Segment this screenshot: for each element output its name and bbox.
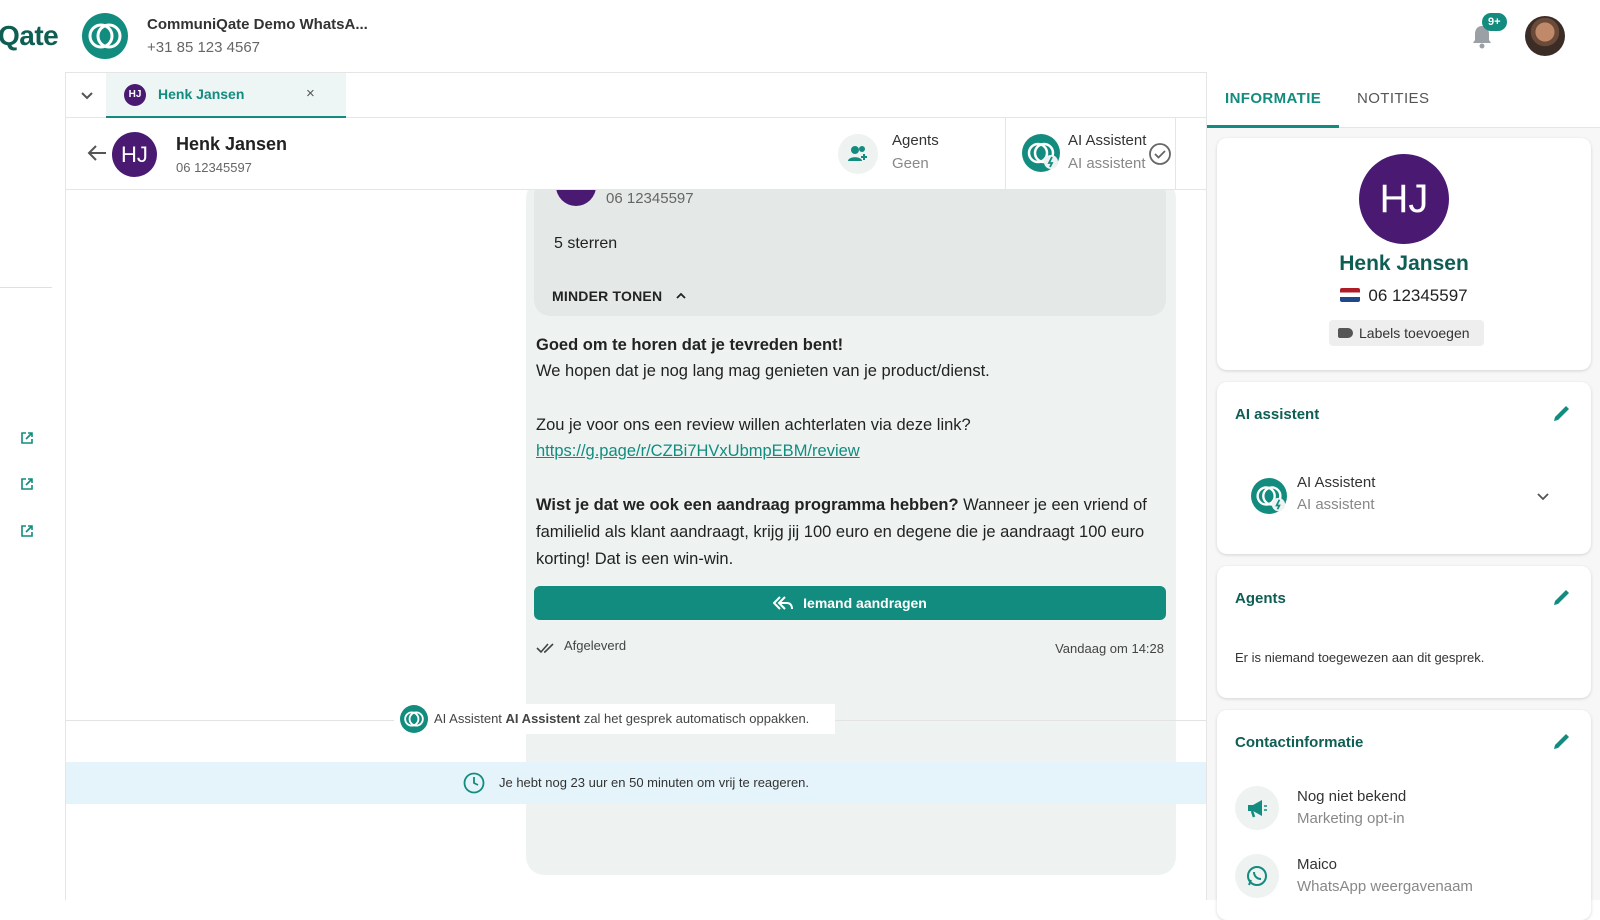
system-message-post: zal het gesprek automatisch oppakken. [580, 711, 810, 726]
ai-card-sub: AI assistent [1297, 496, 1375, 513]
message-time: Vandaag om 14:28 [1055, 641, 1164, 656]
external-link-icon[interactable] [20, 431, 34, 445]
contact-item-title: Maico [1297, 856, 1338, 873]
left-sidebar [0, 72, 66, 900]
delivery-status: Afgeleverd [564, 638, 627, 653]
contact-phone: 06 12345597 [176, 160, 252, 175]
conversation-tabs: HJ Henk Jansen × [66, 72, 1206, 118]
quoted-text: 5 sterren [554, 235, 618, 252]
ai-assistant-label: AI Assistent [1068, 132, 1147, 149]
back-arrow-icon[interactable] [86, 142, 108, 164]
megaphone-icon [1248, 800, 1267, 818]
contact-card: Contactinformatie Nog niet bekend Market… [1217, 710, 1591, 920]
sidebar-divider [0, 287, 52, 288]
message-line: Zou je voor ons een review willen achter… [536, 416, 971, 434]
add-labels-button[interactable]: Labels toevoegen [1329, 320, 1484, 346]
reply-window-notice: Je hebt nog 23 uur en 50 minuten om vrij… [66, 762, 1206, 804]
account-name[interactable]: CommuniQate Demo WhatsA... [147, 16, 368, 33]
external-link-icon[interactable] [20, 477, 34, 491]
chevron-down-icon[interactable] [78, 86, 96, 104]
pencil-icon[interactable] [1551, 402, 1573, 424]
ai-assistant-logo-icon [400, 704, 428, 733]
message-paragraph: Wist je dat we ook een aandraag programm… [536, 492, 1166, 573]
brand-logo-text: Qate [0, 20, 59, 51]
message-line: We hopen dat je nog lang mag genieten va… [536, 362, 990, 380]
system-message-pre: AI Assistent [434, 711, 506, 726]
tab-label: Henk Jansen [158, 86, 245, 102]
show-less-button[interactable]: MINDER TONEN [552, 288, 686, 304]
ai-assistant-value: AI assistent [1068, 155, 1146, 172]
message-title: Goed om te horen dat je tevreden bent! [536, 336, 844, 354]
agents-card: Agents Er is niemand toegewezen aan dit … [1217, 566, 1591, 698]
agents-empty-text: Er is niemand toegewezen aan dit gesprek… [1235, 650, 1485, 665]
profile-name: Henk Jansen [1339, 252, 1469, 275]
quoted-message: 06 12345597 5 sterren MINDER TONEN [534, 190, 1166, 316]
whatsapp-icon [1247, 866, 1267, 886]
user-avatar[interactable] [1525, 16, 1565, 56]
chat-area: 06 12345597 5 sterren MINDER TONEN Goed … [66, 190, 1206, 900]
tab-henk-jansen[interactable]: HJ Henk Jansen × [106, 73, 346, 118]
label-tag-icon [1338, 328, 1353, 338]
pencil-icon[interactable] [1551, 730, 1573, 752]
tab-avatar: HJ [124, 84, 146, 106]
contact-info-panel: INFORMATIE NOTITIES HJ Henk Jansen 06 12… [1206, 72, 1600, 920]
refer-someone-button[interactable]: Iemand aandragen [534, 586, 1166, 620]
external-link-icon[interactable] [20, 524, 34, 538]
add-user-icon [848, 146, 867, 161]
chevron-down-icon[interactable] [1535, 488, 1551, 504]
profile-card: HJ Henk Jansen 06 12345597 Labels toevoe… [1217, 138, 1591, 370]
account-phone: +31 85 123 4567 [147, 39, 261, 56]
ai-card-name: AI Assistent [1297, 474, 1376, 491]
review-link[interactable]: https://g.page/r/CZBi7HVxUbmpEBM/review [536, 438, 1166, 465]
ai-assistant-logo-icon [1022, 134, 1060, 172]
contact-name: Henk Jansen [176, 134, 288, 154]
profile-phone: 06 12345597 [1217, 286, 1591, 306]
profile-avatar: HJ [1359, 154, 1449, 244]
show-less-label: MINDER TONEN [552, 288, 663, 304]
refer-someone-label: Iemand aandragen [803, 595, 927, 611]
agents-label: Agents [892, 132, 939, 149]
conversation-header: HJ Henk Jansen 06 12345597 Agents Geen A… [66, 118, 1206, 190]
double-check-icon [536, 643, 554, 654]
info-tabs: INFORMATIE NOTITIES [1207, 72, 1600, 128]
active-tab-indicator [1207, 125, 1339, 128]
close-icon[interactable]: × [306, 85, 315, 102]
contact-item-sub: Marketing opt-in [1297, 810, 1405, 827]
pencil-icon[interactable] [1551, 586, 1573, 608]
top-header: Qate CommuniQate Demo WhatsA... +31 85 1… [0, 0, 1600, 72]
ai-assistant-logo-icon [1251, 478, 1287, 514]
agents-card-title: Agents [1235, 590, 1286, 607]
add-labels-label: Labels toevoegen [1359, 325, 1470, 341]
tab-notities[interactable]: NOTITIES [1357, 90, 1429, 107]
ai-assistant-card: AI assistent AI Assistent AI assistent [1217, 382, 1591, 554]
profile-phone-number: 06 12345597 [1368, 286, 1468, 305]
quoted-avatar [556, 190, 596, 206]
ai-card-title: AI assistent [1235, 406, 1320, 423]
contact-item-sub: WhatsApp weergavenaam [1297, 878, 1473, 895]
check-circle-icon[interactable] [1148, 142, 1172, 166]
netherlands-flag-icon [1340, 288, 1361, 303]
system-message-bold: AI Assistent [505, 711, 581, 726]
quoted-phone: 06 12345597 [606, 190, 694, 207]
reply-window-text: Je hebt nog 23 uur en 50 minuten om vrij… [498, 775, 810, 790]
tab-informatie[interactable]: INFORMATIE [1225, 90, 1321, 107]
reply-all-icon [772, 596, 794, 610]
account-logo-icon [82, 13, 128, 59]
system-message: AI Assistent AI Assistent zal het gespre… [394, 704, 836, 734]
agents-selector[interactable]: Agents Geen [816, 118, 1006, 190]
contact-avatar: HJ [112, 132, 157, 177]
notification-badge: 9+ [1482, 13, 1507, 31]
contact-card-title: Contactinformatie [1235, 734, 1364, 751]
agents-value: Geen [892, 155, 929, 172]
message-paragraph-bold: Wist je dat we ook een aandraag programm… [536, 496, 959, 514]
chevron-up-icon [676, 292, 686, 299]
contact-item-title: Nog niet bekend [1297, 788, 1407, 805]
clock-icon [463, 772, 485, 793]
